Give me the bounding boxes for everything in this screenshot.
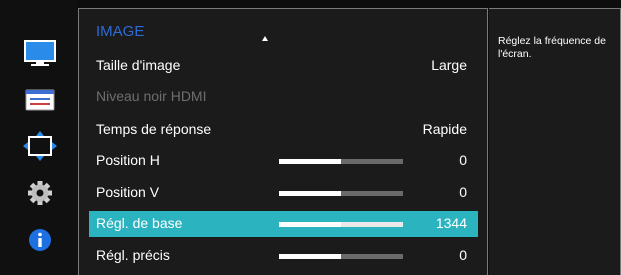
menu-item-label: Temps de réponse [96,121,212,137]
menu-title: IMAGE [96,23,145,40]
menu-item-label: Position V [96,184,160,200]
menu-item-value: Large [431,57,467,73]
image-menu-panel: IMAGE Taille d'image Large Niveau noir H… [78,8,488,275]
monitor-icon[interactable] [21,37,59,69]
slider-fill [279,254,341,259]
menu-item-value: 0 [459,152,467,168]
scroll-up-arrow-icon[interactable] [262,36,268,41]
gear-icon[interactable] [21,177,59,209]
side-icon-bar [0,0,78,275]
position-h-slider[interactable] [279,159,403,164]
menu-item-value: 0 [459,247,467,263]
menu-item-position-v[interactable]: Position V 0 [89,180,478,206]
menu-item-position-h[interactable]: Position H 0 [89,148,478,174]
regl-de-base-slider[interactable] [279,222,403,227]
regl-precis-slider[interactable] [279,254,403,259]
slider-fill [279,159,341,164]
menu-item-niveau-noir-hdmi: Niveau noir HDMI [89,84,478,110]
menu-item-value: Rapide [422,121,467,137]
menu-item-value: 1344 [435,215,467,231]
position-v-slider[interactable] [279,191,403,196]
slider-fill [279,191,341,196]
slider-fill [279,222,341,227]
help-panel: Réglez la fréquence de l'écran. [489,8,621,275]
menu-item-temps-reponse[interactable]: Temps de réponse Rapide [89,117,478,143]
help-text: Réglez la fréquence de l'écran. [498,35,606,60]
menu-item-label: Régl. précis [96,247,170,263]
menu-item-taille-image[interactable]: Taille d'image Large [89,53,478,79]
menu-item-label: Régl. de base [96,215,183,231]
info-icon[interactable] [21,224,59,256]
menu-item-regl-de-base[interactable]: Régl. de base 1344 [89,211,478,237]
menu-item-regl-precis[interactable]: Régl. précis 0 [89,243,478,269]
menu-item-value: 0 [459,184,467,200]
settings-panel-icon[interactable] [21,84,59,116]
menu-item-label: Taille d'image [96,57,181,73]
resize-arrows-icon[interactable] [21,130,59,162]
menu-item-label: Niveau noir HDMI [96,88,207,104]
menu-item-label: Position H [96,152,160,168]
